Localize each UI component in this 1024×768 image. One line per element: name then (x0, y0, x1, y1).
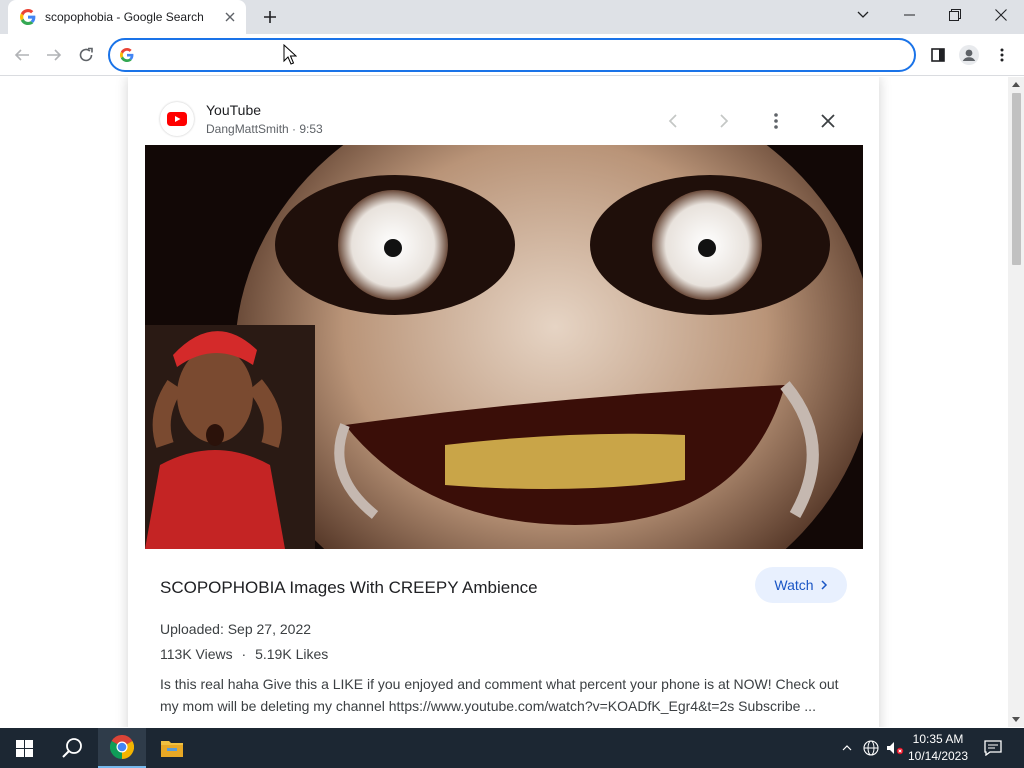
scrollbar-thumb[interactable] (1012, 93, 1021, 265)
close-icon[interactable] (220, 7, 240, 27)
tab-strip: scopophobia - Google Search (0, 0, 1024, 34)
windows-icon[interactable] (0, 728, 48, 768)
channel-name[interactable]: DangMattSmith (206, 122, 289, 136)
page-scrollbar[interactable] (1008, 77, 1024, 727)
chevron-down-icon[interactable] (840, 0, 886, 30)
chevron-right-icon (821, 580, 827, 590)
video-duration: 9:53 (299, 122, 323, 136)
google-icon (120, 48, 134, 62)
clock-time: 10:35 AM (912, 732, 964, 746)
chevron-left-icon[interactable] (658, 107, 686, 135)
video-preview-panel: YouTube DangMattSmith · 9:53 SCOPOPHOBIA… (128, 77, 879, 727)
thumbnail-image (145, 145, 863, 549)
like-count: 5.19K Likes (255, 646, 329, 662)
tab-title: scopophobia - Google Search (45, 10, 204, 24)
video-description: Is this real haha Give this a LIKE if yo… (160, 676, 839, 714)
stats-line: 113K Views · 5.19K Likes (160, 646, 329, 662)
close-window-icon[interactable] (978, 0, 1024, 30)
video-thumbnail[interactable] (145, 145, 863, 549)
view-count: 113K Views (160, 646, 233, 662)
mouse-cursor-icon (283, 44, 297, 65)
address-bar[interactable] (108, 38, 916, 72)
watch-label: Watch (774, 577, 814, 593)
system-clock[interactable]: 10:35 AM 10/14/2023 (906, 731, 970, 765)
close-icon[interactable] (814, 107, 842, 135)
notifications-icon[interactable] (978, 728, 1008, 768)
scroll-down-icon[interactable] (1012, 717, 1020, 722)
reload-icon[interactable] (72, 41, 100, 69)
profile-icon[interactable] (955, 41, 983, 69)
more-vert-icon[interactable] (762, 107, 790, 135)
volume-muted-icon[interactable] (884, 728, 906, 768)
google-icon (20, 9, 36, 25)
side-panel-icon[interactable] (924, 41, 952, 69)
more-vert-icon[interactable] (988, 41, 1016, 69)
search-icon[interactable] (48, 728, 96, 768)
upload-date: Uploaded: Sep 27, 2022 (160, 621, 312, 637)
video-title[interactable]: SCOPOPHOBIA Images With CREEPY Ambience (160, 578, 538, 598)
chrome-icon[interactable] (98, 728, 146, 768)
youtube-icon (160, 102, 194, 136)
address-input[interactable] (142, 47, 914, 63)
source-name: YouTube (206, 102, 262, 118)
source-meta: DangMattSmith · 9:53 (206, 122, 323, 136)
plus-icon[interactable] (258, 5, 282, 29)
clock-date: 10/14/2023 (907, 749, 969, 763)
globe-icon[interactable] (860, 728, 882, 768)
minimize-icon[interactable] (886, 0, 932, 30)
file-explorer-icon[interactable] (148, 728, 196, 768)
chevron-up-icon[interactable] (838, 728, 856, 768)
taskbar: 10:35 AM 10/14/2023 (0, 728, 1024, 768)
browser-toolbar (0, 34, 1024, 76)
forward-icon[interactable] (40, 41, 68, 69)
restore-icon[interactable] (932, 0, 978, 30)
back-icon[interactable] (8, 41, 36, 69)
page-viewport: YouTube DangMattSmith · 9:53 SCOPOPHOBIA… (0, 77, 1024, 727)
browser-tab[interactable]: scopophobia - Google Search (8, 0, 246, 34)
chevron-right-icon[interactable] (710, 107, 738, 135)
watch-button[interactable]: Watch (755, 567, 847, 603)
scroll-up-icon[interactable] (1012, 82, 1020, 87)
